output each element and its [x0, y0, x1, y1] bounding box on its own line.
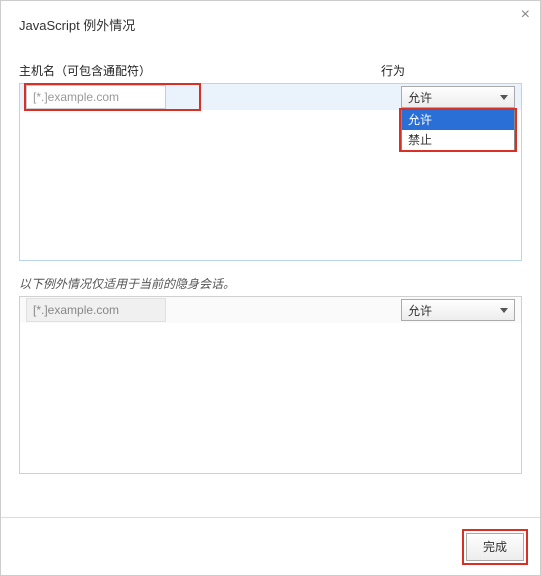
- dropdown-value: 允许: [408, 89, 432, 106]
- dropdown-value: 允许: [408, 302, 432, 319]
- action-cell: 允许: [382, 297, 521, 323]
- chevron-down-icon: [500, 95, 508, 100]
- javascript-exceptions-dialog: × JavaScript 例外情况 主机名（可包含通配符） 行为 [*.]exa…: [0, 0, 541, 576]
- hostname-header: 主机名（可包含通配符）: [19, 62, 381, 79]
- table-row: [*.]example.com 允许 允许 禁止: [20, 84, 521, 110]
- hostname-input[interactable]: [*.]example.com: [26, 85, 166, 109]
- action-dropdown[interactable]: 允许: [401, 86, 515, 108]
- dropdown-option-allow[interactable]: 允许: [402, 110, 514, 130]
- action-header: 行为: [381, 62, 522, 79]
- dropdown-menu: 允许 禁止: [401, 109, 515, 151]
- incognito-note: 以下例外情况仅适用于当前的隐身会话。: [19, 275, 522, 292]
- dialog-title: JavaScript 例外情况: [1, 1, 540, 44]
- done-button-label: 完成: [483, 540, 507, 554]
- dialog-footer: 完成: [1, 517, 540, 575]
- done-button[interactable]: 完成: [466, 533, 524, 561]
- dialog-content: 主机名（可包含通配符） 行为 [*.]example.com 允许: [1, 62, 540, 474]
- action-dropdown-incognito[interactable]: 允许: [401, 299, 515, 321]
- chevron-down-icon: [500, 308, 508, 313]
- hostname-cell: [*.]example.com: [20, 84, 382, 110]
- table-row: [*.]example.com 允许: [20, 297, 521, 323]
- hostname-input-incognito[interactable]: [*.]example.com: [26, 298, 166, 322]
- action-cell: 允许 允许 禁止: [382, 84, 521, 110]
- incognito-exceptions-table: [*.]example.com 允许: [19, 296, 522, 474]
- close-icon[interactable]: ×: [521, 7, 530, 23]
- hostname-placeholder: [*.]example.com: [33, 298, 119, 322]
- dropdown-option-block[interactable]: 禁止: [402, 130, 514, 150]
- hostname-placeholder: [*.]example.com: [33, 85, 119, 109]
- main-exceptions-table: [*.]example.com 允许 允许 禁止: [19, 83, 522, 261]
- hostname-cell: [*.]example.com: [20, 297, 382, 323]
- column-headers: 主机名（可包含通配符） 行为: [19, 62, 522, 79]
